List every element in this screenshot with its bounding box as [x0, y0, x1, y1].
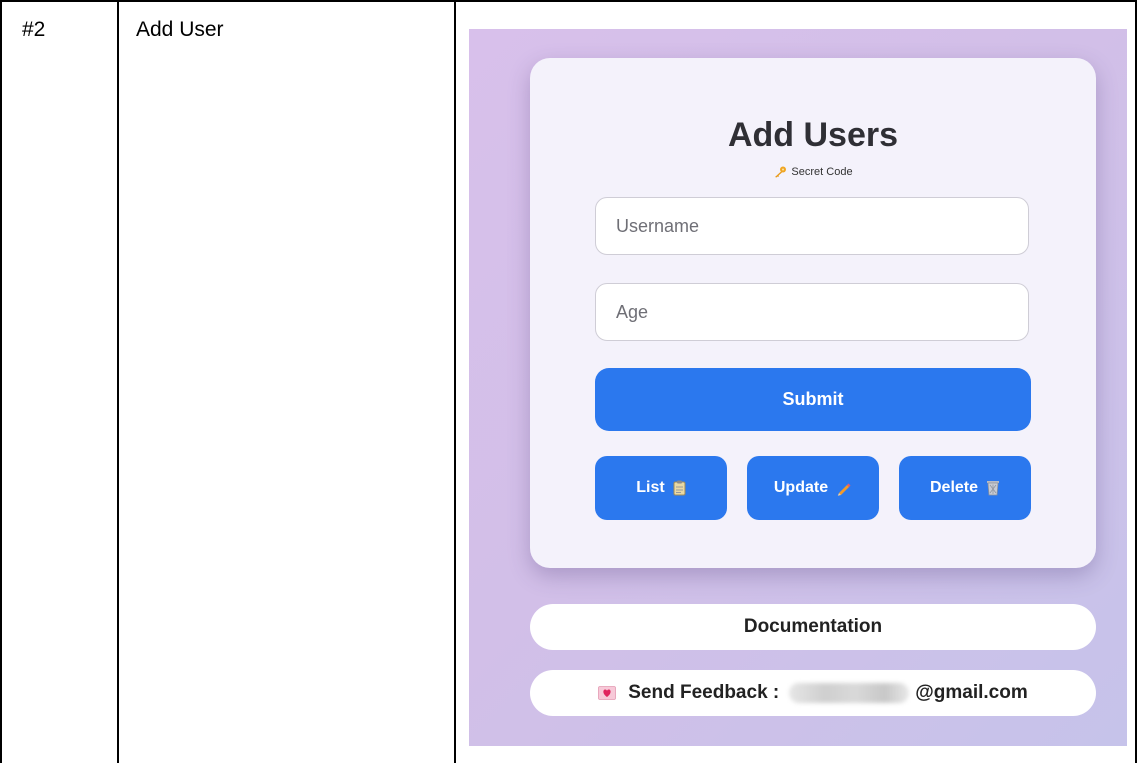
submit-button[interactable]: Submit	[595, 368, 1031, 431]
page-title: Add Users	[727, 116, 899, 154]
username-input[interactable]	[595, 197, 1029, 255]
secret-code-link[interactable]: Secret Code	[530, 166, 1096, 178]
feedback-label: Send Feedback :	[628, 682, 780, 703]
documentation-label: Documentation	[743, 616, 883, 637]
feedback-link[interactable]: Send Feedback : @gmail.com	[530, 670, 1096, 716]
row-number-cell: #2	[22, 18, 46, 41]
table-column-divider-1	[117, 0, 119, 763]
document-table: #2 Add User Add Users Secret Code Submit…	[0, 0, 1137, 763]
secret-code-label: Secret Code	[791, 166, 853, 178]
table-border-top	[0, 0, 1137, 2]
wastebasket-icon	[987, 481, 1000, 496]
list-button[interactable]: List	[595, 456, 727, 520]
update-button[interactable]: Update	[747, 456, 879, 520]
heart-envelope-icon	[598, 686, 617, 700]
delete-label: Delete	[929, 479, 979, 496]
delete-button[interactable]: Delete	[899, 456, 1031, 520]
feedback-email-domain: @gmail.com	[915, 682, 1028, 703]
app-screenshot: Add Users Secret Code Submit List	[469, 29, 1127, 746]
list-label: List	[636, 479, 665, 496]
age-input[interactable]	[595, 283, 1029, 341]
update-label: Update	[773, 479, 829, 496]
documentation-link[interactable]: Documentation	[530, 604, 1096, 650]
redacted-email-username	[789, 683, 910, 703]
key-icon	[775, 166, 787, 178]
pencil-icon	[837, 483, 851, 496]
clipboard-icon	[673, 480, 686, 496]
table-column-divider-2	[454, 0, 456, 763]
table-border-left	[0, 0, 2, 763]
add-users-card: Add Users Secret Code Submit List	[530, 58, 1096, 568]
submit-label: Submit	[782, 389, 844, 409]
feature-name-cell: Add User	[136, 18, 224, 41]
